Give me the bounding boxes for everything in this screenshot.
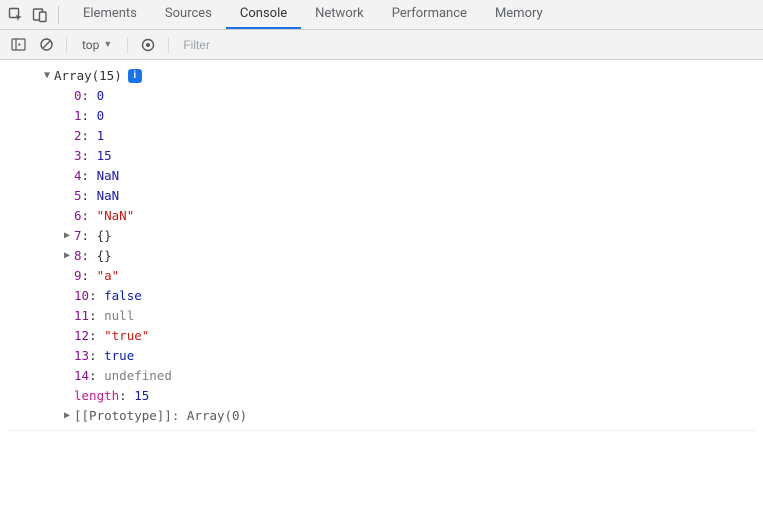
entry-index: 3 xyxy=(74,146,82,166)
tab-sources[interactable]: Sources xyxy=(151,0,226,29)
array-length-row: length: 15 xyxy=(8,386,755,406)
live-expression-icon[interactable] xyxy=(137,34,159,56)
entry-index: 4 xyxy=(74,166,82,186)
entry-index: 10 xyxy=(74,286,89,306)
inspect-element-icon[interactable] xyxy=(5,4,27,26)
toolbar-separator xyxy=(66,37,67,53)
entry-index: 0 xyxy=(74,86,82,106)
array-entry-row: 0: 0 xyxy=(8,86,755,106)
tab-console[interactable]: Console xyxy=(226,0,301,29)
entry-value: undefined xyxy=(104,366,172,386)
entry-value: {} xyxy=(97,246,112,266)
disclosure-triangle-icon[interactable]: ▶ xyxy=(62,226,72,246)
entry-index: 9 xyxy=(74,266,82,286)
array-prototype-row[interactable]: ▶ [[Prototype]]: Array(0) xyxy=(8,406,755,426)
console-toolbar: top ▼ xyxy=(0,30,763,60)
prototype-value: Array(0) xyxy=(187,406,247,426)
entry-value: false xyxy=(104,286,142,306)
array-entry-row: 6: "NaN" xyxy=(8,206,755,226)
entry-index: 6 xyxy=(74,206,82,226)
entry-index: 12 xyxy=(74,326,89,346)
array-header-label: Array(15) xyxy=(54,66,122,86)
tab-memory[interactable]: Memory xyxy=(481,0,557,29)
tab-elements[interactable]: Elements xyxy=(69,0,151,29)
tab-network[interactable]: Network xyxy=(301,0,378,29)
array-header-row[interactable]: ▼ Array(15) i xyxy=(8,66,755,86)
toolbar-separator xyxy=(127,37,128,53)
entry-index: 7 xyxy=(74,226,82,246)
array-entry-row: 10: false xyxy=(8,286,755,306)
toolbar-separator xyxy=(168,37,169,53)
array-entry-row: 13: true xyxy=(8,346,755,366)
console-sidebar-toggle-icon[interactable] xyxy=(7,34,29,56)
devtools-tabs: Elements Sources Console Network Perform… xyxy=(69,0,557,29)
array-entry-row: 5: NaN xyxy=(8,186,755,206)
console-filter-input[interactable] xyxy=(183,35,757,55)
entry-value: null xyxy=(104,306,134,326)
context-label: top xyxy=(82,38,99,52)
entry-index: 13 xyxy=(74,346,89,366)
entry-value: 1 xyxy=(97,126,105,146)
tab-performance[interactable]: Performance xyxy=(378,0,481,29)
info-badge-icon[interactable]: i xyxy=(128,69,142,83)
entry-value: 0 xyxy=(97,106,105,126)
devtools-top-toolbar: Elements Sources Console Network Perform… xyxy=(0,0,763,30)
disclosure-triangle-icon[interactable]: ▶ xyxy=(62,406,72,426)
array-entry-row[interactable]: ▶8: {} xyxy=(8,246,755,266)
entry-value: NaN xyxy=(97,166,120,186)
entry-value: NaN xyxy=(97,186,120,206)
array-entry-row: 14: undefined xyxy=(8,366,755,386)
entry-value: 15 xyxy=(97,146,112,166)
array-entry-row: 9: "a" xyxy=(8,266,755,286)
prototype-key: [[Prototype]] xyxy=(74,406,172,426)
device-toggle-icon[interactable] xyxy=(29,4,51,26)
array-entry-row: 1: 0 xyxy=(8,106,755,126)
array-entry-row: 11: null xyxy=(8,306,755,326)
entry-index: 5 xyxy=(74,186,82,206)
array-entry-row: 2: 1 xyxy=(8,126,755,146)
array-entry-row[interactable]: ▶7: {} xyxy=(8,226,755,246)
entry-index: 11 xyxy=(74,306,89,326)
length-key: length xyxy=(74,386,119,406)
toolbar-separator xyxy=(58,6,59,24)
array-entry-row: 4: NaN xyxy=(8,166,755,186)
array-entry-row: 12: "true" xyxy=(8,326,755,346)
clear-console-icon[interactable] xyxy=(35,34,57,56)
disclosure-triangle-icon[interactable]: ▼ xyxy=(42,66,52,86)
array-entry-row: 3: 15 xyxy=(8,146,755,166)
execution-context-select[interactable]: top ▼ xyxy=(75,35,119,55)
chevron-down-icon: ▼ xyxy=(103,39,112,50)
entry-value: "true" xyxy=(104,326,149,346)
entry-index: 2 xyxy=(74,126,82,146)
entry-value: {} xyxy=(97,226,112,246)
length-value: 15 xyxy=(134,386,149,406)
entry-value: true xyxy=(104,346,134,366)
console-output: ▼ Array(15) i 0: 01: 02: 13: 154: NaN5: … xyxy=(0,60,763,439)
entry-index: 1 xyxy=(74,106,82,126)
disclosure-triangle-icon[interactable]: ▶ xyxy=(62,246,72,266)
entry-value: 0 xyxy=(97,86,105,106)
entry-value: "a" xyxy=(97,266,120,286)
entry-index: 8 xyxy=(74,246,82,266)
entry-index: 14 xyxy=(74,366,89,386)
entry-value: "NaN" xyxy=(97,206,135,226)
